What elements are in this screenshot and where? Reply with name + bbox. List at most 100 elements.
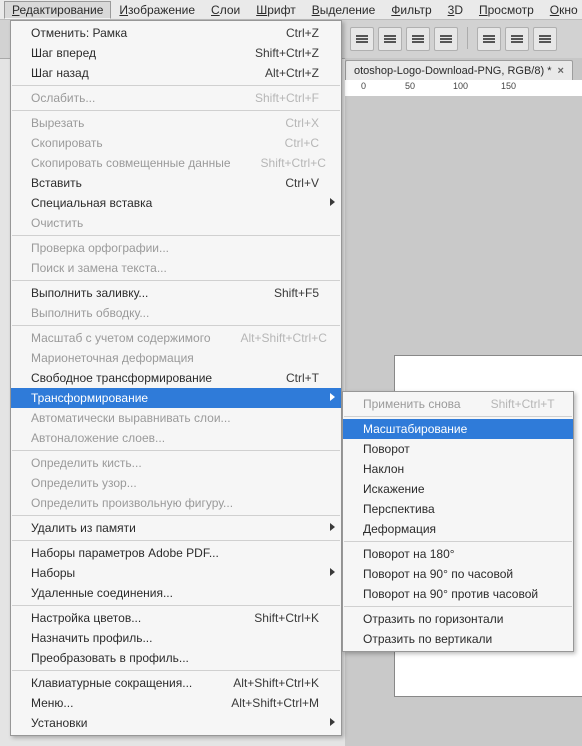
menu-item-Просмотр[interactable]: Просмотр [471, 1, 542, 19]
menu-item-label: Выполнить обводку... [31, 306, 319, 320]
menu-item-label: Скопировать совмещенные данные [31, 156, 231, 170]
menu-item-shortcut: Alt+Shift+Ctrl+K [233, 676, 319, 690]
transform-menu-item[interactable]: Перспектива [343, 499, 573, 519]
menu-item-shortcut: Alt+Shift+Ctrl+C [241, 331, 327, 345]
edit-menu-item: Масштаб с учетом содержимого Alt+Shift+Ct… [11, 328, 341, 348]
transform-menu-item[interactable]: Масштабирование [343, 419, 573, 439]
edit-menu-item[interactable]: Наборы [11, 563, 341, 583]
distribute-button-3[interactable] [533, 27, 557, 51]
menu-item-Редактирование[interactable]: Редактирование [4, 1, 111, 19]
menu-item-label: Наклон [363, 462, 551, 476]
menu-item-label: Установки [31, 716, 319, 730]
menu-item-Окно[interactable]: Окно [542, 1, 582, 19]
menu-item-label: Определить узор... [31, 476, 319, 490]
edit-menu-item[interactable]: Отменить: РамкаCtrl+Z [11, 23, 341, 43]
menu-item-label: Ослабить... [31, 91, 225, 105]
menu-item-Слои[interactable]: Слои [203, 1, 248, 19]
edit-menu-item[interactable]: Меню...Alt+Shift+Ctrl+M [11, 693, 341, 713]
menu-item-shortcut: Alt+Ctrl+Z [265, 66, 319, 80]
menu-item-label: Удаленные соединения... [31, 586, 319, 600]
menu-item-shortcut: Shift+Ctrl+F [255, 91, 319, 105]
menu-item-label: Масштабирование [363, 422, 551, 436]
menu-item-label: Проверка орфографии... [31, 241, 319, 255]
menu-item-label: Клавиатурные сокращения... [31, 676, 203, 690]
menu-item-shortcut: Shift+Ctrl+T [491, 397, 555, 411]
distribute-button-2[interactable] [505, 27, 529, 51]
menu-item-label: Вырезать [31, 116, 255, 130]
edit-menu-item[interactable]: Установки [11, 713, 341, 733]
menu-separator [12, 235, 340, 236]
edit-menu-item: Выполнить обводку... [11, 303, 341, 323]
edit-menu-item[interactable]: Шаг назадAlt+Ctrl+Z [11, 63, 341, 83]
submenu-arrow-icon [330, 393, 335, 401]
menu-separator [12, 605, 340, 606]
transform-submenu: Применить снова Shift+Ctrl+T Масштабирован… [342, 391, 574, 652]
menu-item-label: Масштаб с учетом содержимого [31, 331, 211, 345]
menu-item-shortcut: Ctrl+X [285, 116, 319, 130]
menu-item-Фильтр[interactable]: Фильтр [383, 1, 439, 19]
menu-item-label: Свободное трансформирование [31, 371, 256, 385]
menu-separator [12, 515, 340, 516]
menu-item-Шрифт[interactable]: Шрифт [248, 1, 303, 19]
menu-item-label: Наборы параметров Adobe PDF... [31, 546, 319, 560]
edit-menu-item[interactable]: Настройка цветов...Shift+Ctrl+K [11, 608, 341, 628]
menu-separator [12, 325, 340, 326]
submenu-arrow-icon [330, 523, 335, 531]
close-icon[interactable]: × [557, 65, 563, 77]
transform-menu-item[interactable]: Поворот на 180° [343, 544, 573, 564]
menu-item-label: Отразить по вертикали [363, 632, 551, 646]
edit-menu-item: Очистить [11, 213, 341, 233]
edit-menu-item[interactable]: Шаг вперед Shift+Ctrl+Z [11, 43, 341, 63]
menu-item-label: Определить кисть... [31, 456, 319, 470]
transform-menu-item[interactable]: Поворот на 90° по часовой [343, 564, 573, 584]
menu-item-3D[interactable]: 3D [440, 1, 471, 19]
ruler-tick: 50 [405, 81, 415, 91]
align-button-2[interactable] [378, 27, 402, 51]
distribute-button-1[interactable] [477, 27, 501, 51]
document-tab[interactable]: otoshop-Logo-Download-PNG, RGB/8) * × [345, 60, 573, 80]
transform-menu-item[interactable]: Наклон [343, 459, 573, 479]
menu-item-label: Настройка цветов... [31, 611, 224, 625]
menu-item-shortcut: Shift+Ctrl+C [261, 156, 326, 170]
edit-menu-item[interactable]: Свободное трансформирование Ctrl+T [11, 368, 341, 388]
edit-menu-item[interactable]: Клавиатурные сокращения... Alt+Shift+Ctrl… [11, 673, 341, 693]
edit-menu-item[interactable]: Назначить профиль... [11, 628, 341, 648]
menu-item-shortcut: Alt+Shift+Ctrl+M [231, 696, 319, 710]
edit-menu-item: Марионеточная деформация [11, 348, 341, 368]
submenu-arrow-icon [330, 568, 335, 576]
edit-menu-item: Определить кисть... [11, 453, 341, 473]
edit-menu-item[interactable]: Специальная вставка [11, 193, 341, 213]
edit-menu-item[interactable]: Трансформирование [11, 388, 341, 408]
edit-menu-item[interactable]: Удаленные соединения... [11, 583, 341, 603]
edit-menu-item: Скопировать совмещенные данные Shift+Ctrl… [11, 153, 341, 173]
edit-menu-item[interactable]: Преобразовать в профиль... [11, 648, 341, 668]
edit-menu-item[interactable]: Наборы параметров Adobe PDF... [11, 543, 341, 563]
menu-item-label: Поворот на 90° против часовой [363, 587, 551, 601]
edit-menu-item[interactable]: Удалить из памяти [11, 518, 341, 538]
menu-item-shortcut: Ctrl+T [286, 371, 319, 385]
menu-item-shortcut: Ctrl+V [285, 176, 319, 190]
transform-menu-item[interactable]: Искажение [343, 479, 573, 499]
menu-item-label: Поворот на 90° по часовой [363, 567, 551, 581]
transform-menu-item[interactable]: Отразить по горизонтали [343, 609, 573, 629]
edit-menu-item[interactable]: Выполнить заливку...Shift+F5 [11, 283, 341, 303]
edit-menu-item[interactable]: ВставитьCtrl+V [11, 173, 341, 193]
transform-menu-item[interactable]: Деформация [343, 519, 573, 539]
transform-menu-item[interactable]: Поворот на 90° против часовой [343, 584, 573, 604]
edit-menu-item: Ослабить... Shift+Ctrl+F [11, 88, 341, 108]
menu-item-label: Применить снова [363, 397, 461, 411]
menu-item-Выделение[interactable]: Выделение [304, 1, 384, 19]
menu-separator [344, 416, 572, 417]
menu-item-Изображение[interactable]: Изображение [111, 1, 203, 19]
menu-item-label: Очистить [31, 216, 319, 230]
align-button-3[interactable] [406, 27, 430, 51]
menu-item-shortcut: Shift+Ctrl+Z [255, 46, 319, 60]
align-button-4[interactable] [434, 27, 458, 51]
transform-menu-item[interactable]: Отразить по вертикали [343, 629, 573, 649]
ruler-tick: 150 [501, 81, 516, 91]
transform-menu-item[interactable]: Поворот [343, 439, 573, 459]
menu-item-label: Шаг вперед [31, 46, 225, 60]
align-button-1[interactable] [350, 27, 374, 51]
menu-separator [344, 606, 572, 607]
edit-menu-item: Определить узор... [11, 473, 341, 493]
